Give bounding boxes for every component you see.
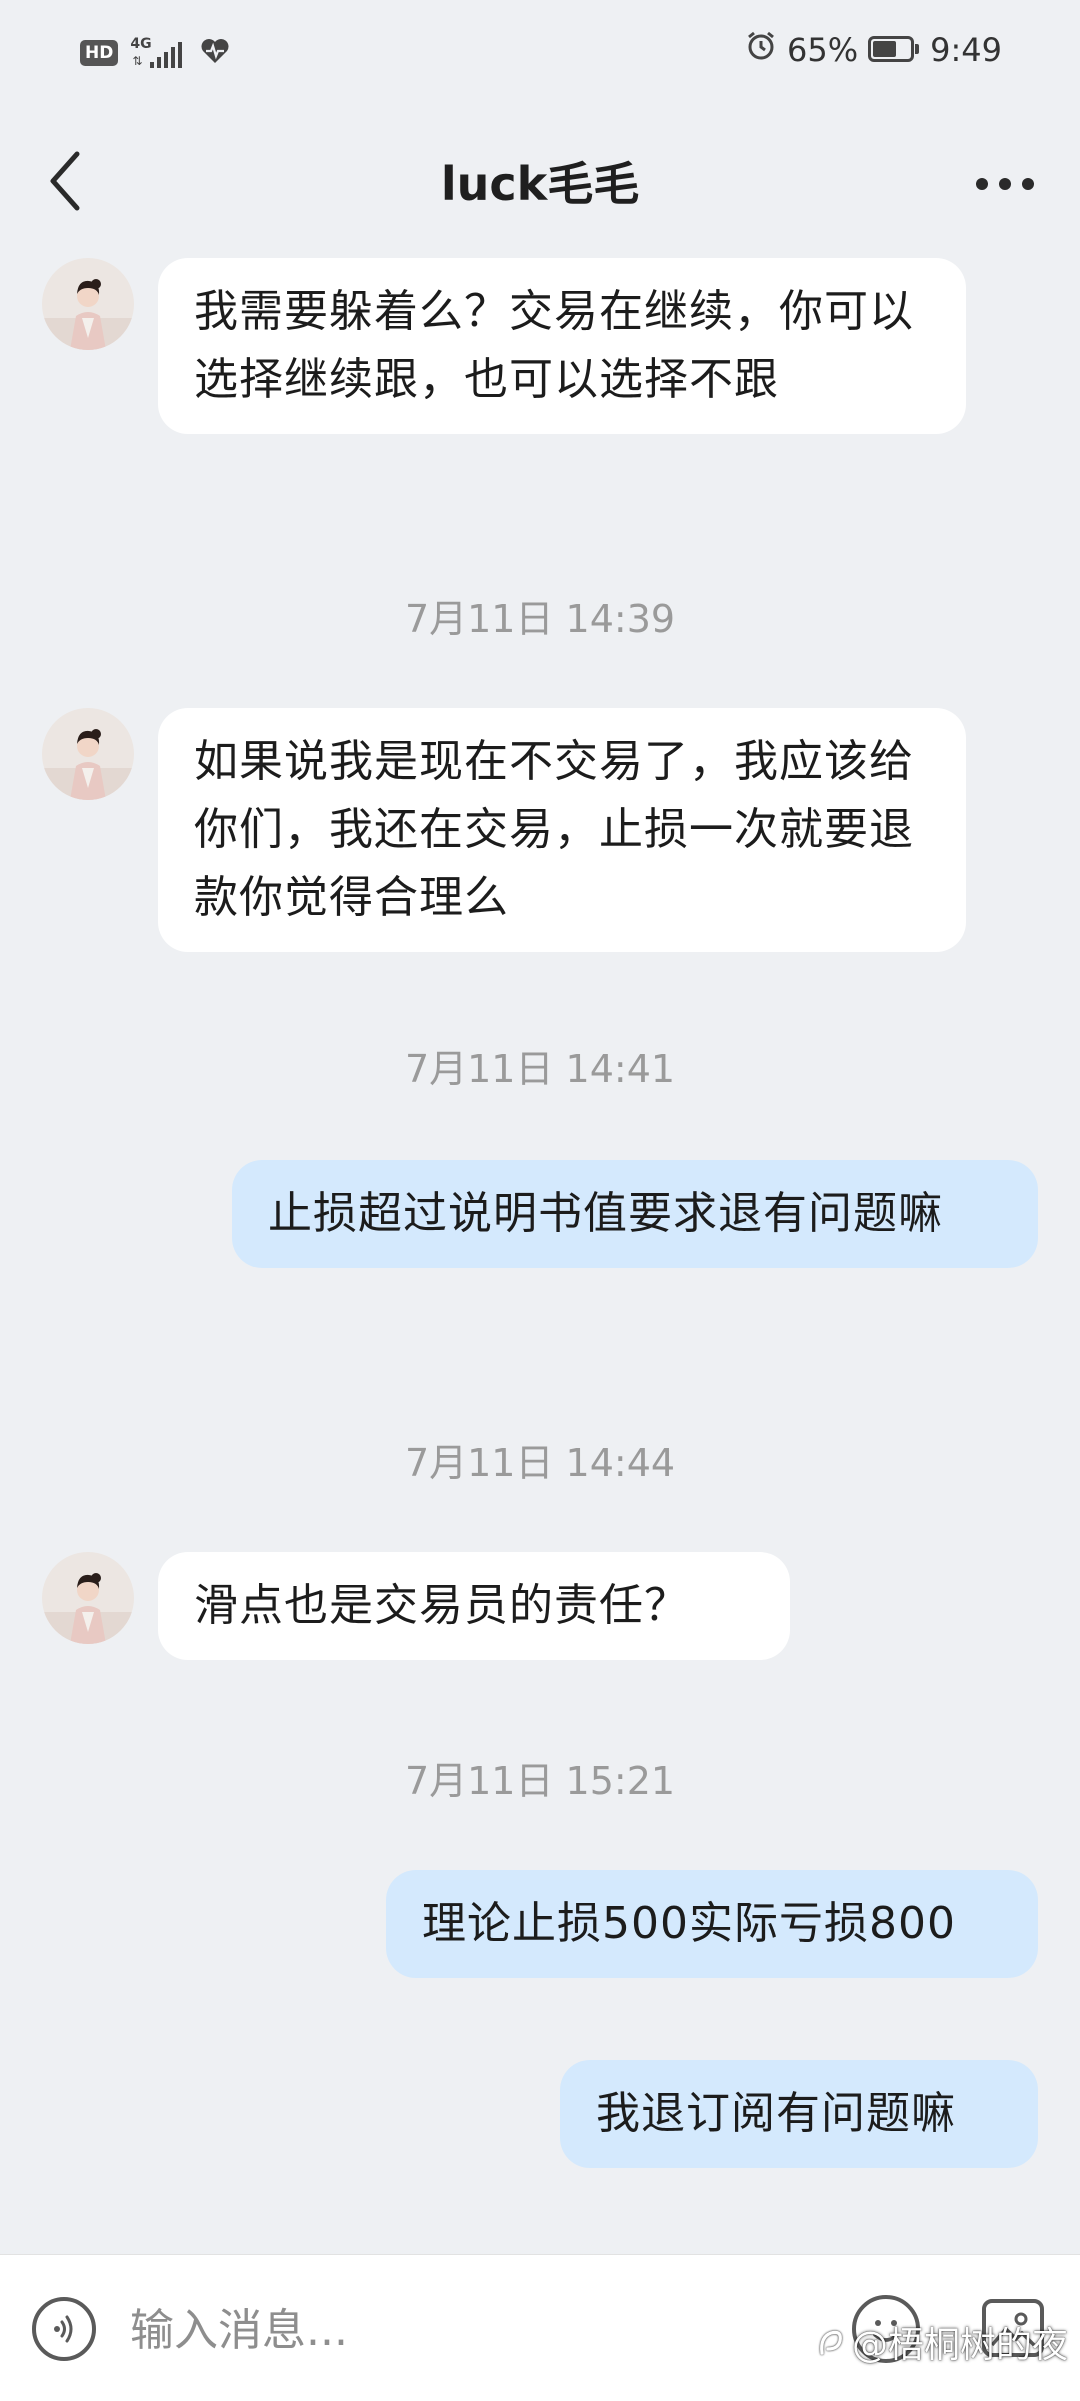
message-timestamp: 7月11日 15:21	[404, 1759, 676, 1803]
incoming-message[interactable]: 如果说我是现在不交易了，我应该给你们，我还在交易，止损一次就要退款你觉得合理么	[158, 708, 966, 952]
contact-avatar[interactable]	[42, 258, 134, 350]
outgoing-message[interactable]: 理论止损500实际亏损800	[386, 1870, 1038, 1978]
watermark-text: @梧桐树的夜	[851, 2325, 1068, 2366]
voice-wave-icon	[54, 2315, 73, 2343]
message-timestamp: 7月11日 14:44	[404, 1441, 676, 1485]
message-timestamp: 7月11日 14:41	[404, 1047, 676, 1091]
watermark: @梧桐树的夜	[816, 2316, 1068, 2368]
incoming-message[interactable]: 滑点也是交易员的责任？	[158, 1552, 790, 1660]
contact-avatar[interactable]	[42, 708, 134, 800]
outgoing-message[interactable]: 止损超过说明书值要求退有问题嘛	[232, 1160, 1038, 1268]
outgoing-message[interactable]: 我退订阅有问题嘛	[560, 2060, 1038, 2168]
incoming-message[interactable]: 我需要躲着么？交易在继续，你可以选择继续跟，也可以选择不跟	[158, 258, 966, 434]
message-input[interactable]	[128, 2289, 812, 2371]
voice-input-button[interactable]	[32, 2297, 96, 2361]
watermark-logo-icon	[820, 2330, 842, 2355]
message-list: 我需要躲着么？交易在继续，你可以选择继续跟，也可以选择不跟 7月11日 14:3…	[0, 0, 1080, 2240]
contact-avatar[interactable]	[42, 1552, 134, 1644]
message-timestamp: 7月11日 14:39	[404, 597, 676, 641]
